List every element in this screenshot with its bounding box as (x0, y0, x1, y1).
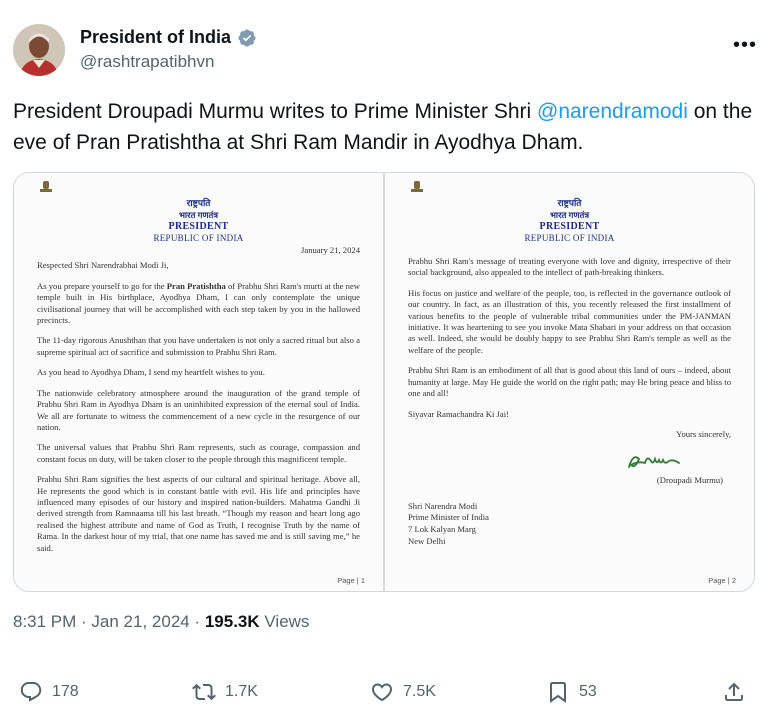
like-count: 7.5K (403, 683, 436, 700)
separator: · (189, 612, 205, 631)
letter-closing: Yours sincerely, (676, 428, 731, 439)
letter-page-2: राष्ट्रपति भारत गणतंत्र PRESIDENT REPUBL… (383, 173, 754, 591)
view-count: 195.3K (204, 612, 260, 631)
letter-paragraph: As you head to Ayodhya Dham, I send my h… (37, 367, 265, 378)
tweet-text: President Droupadi Murmu writes to Prime… (13, 96, 763, 158)
avatar-portrait-icon (13, 24, 65, 76)
action-bar: 178 1.7K 7.5K 53 (0, 680, 779, 704)
letter-text: As you prepare yourself to go for the (37, 280, 167, 291)
letter-date: January 21, 2024 (301, 245, 360, 256)
author-handle[interactable]: @rashtrapatibhvn (80, 52, 214, 72)
reply-count: 178 (52, 683, 79, 700)
letter-text-bold: Pran Pratishtha (166, 280, 226, 291)
like-button[interactable]: 7.5K (370, 680, 436, 704)
reply-button[interactable]: 178 (19, 680, 79, 704)
bookmark-icon (550, 682, 566, 703)
letterhead-title: PRESIDENT (539, 221, 600, 233)
letter-paragraph: The nationwide celebratory atmosphere ar… (37, 387, 360, 432)
more-icon[interactable]: ••• (733, 34, 757, 57)
letterhead-subtitle: REPUBLIC OF INDIA (153, 232, 244, 243)
share-button[interactable] (722, 680, 746, 704)
letter-paragraph: As you prepare yourself to go for the Pr… (37, 281, 360, 327)
page-number: Page | 1 (337, 575, 365, 585)
letter-paragraph: Prabhu Shri Ram's message of treating ev… (408, 256, 731, 278)
share-icon (725, 682, 743, 701)
bookmark-count: 53 (579, 683, 597, 700)
repost-button[interactable]: 1.7K (192, 680, 258, 704)
tweet-text-part: President Droupadi Murmu writes to Prime… (13, 100, 537, 123)
letter-paragraph: The universal values that Prabhu Shri Ra… (37, 442, 360, 464)
page-number: Page | 2 (708, 575, 736, 585)
letter-signatory: (Droupadi Murmu) (656, 475, 723, 486)
letter-page-1: राष्ट्रपति भारत गणतंत्र PRESIDENT REPUBL… (14, 173, 383, 591)
reply-icon (20, 682, 42, 702)
letterhead-hindi-title: राष्ट्रपति (186, 198, 211, 209)
signature-icon (628, 456, 680, 469)
letter-paragraph: The 11-day rigorous Anushthan that you h… (37, 335, 360, 357)
tweet-time[interactable]: 8:31 PM (13, 612, 76, 631)
letter-address: Shri Narendra Modi Prime Minister of Ind… (408, 501, 731, 547)
like-icon (371, 683, 393, 702)
letterhead-hindi-subtitle: भारत गणतंत्र (178, 209, 219, 220)
mention-link[interactable]: @narendramodi (537, 100, 688, 123)
tweet-meta: 8:31 PM · Jan 21, 2024 · 195.3K Views (13, 612, 309, 632)
author-name[interactable]: President of India (80, 27, 231, 48)
letterhead-subtitle: REPUBLIC OF INDIA (524, 232, 615, 243)
tweet-date[interactable]: Jan 21, 2024 (91, 612, 189, 631)
repost-count: 1.7K (225, 683, 258, 700)
bookmark-button[interactable]: 53 (546, 680, 597, 704)
letter-paragraph: His focus on justice and welfare of the … (408, 287, 731, 355)
address-line: 7 Lok Kalyan Marg (408, 523, 476, 534)
author-avatar[interactable] (13, 24, 65, 76)
letter-paragraph: Prabhu Shri Ram is an embodiment of all … (408, 365, 731, 399)
letter-paragraph: Prabhu Shri Ram signifies the best aspec… (37, 474, 360, 553)
verified-badge-icon[interactable] (237, 28, 257, 48)
views-label: Views (259, 612, 310, 631)
letterhead-title: PRESIDENT (168, 221, 229, 233)
letter-paragraph: Siyavar Ramachandra Ki Jai! (408, 408, 509, 419)
separator: · (76, 612, 92, 631)
repost-icon (192, 683, 216, 701)
letterhead-hindi-title: राष्ट्रपति (557, 198, 582, 209)
address-line: Prime Minister of India (408, 512, 489, 523)
address-line: New Delhi (408, 535, 446, 546)
letterhead-hindi-subtitle: भारत गणतंत्र (549, 209, 590, 220)
address-line: Shri Narendra Modi (408, 500, 478, 511)
letter-salutation: Respected Shri Narendrabhai Modi Ji, (37, 260, 169, 271)
emblem-icon (40, 181, 52, 192)
tweet-media-image[interactable]: राष्ट्रपति भारत गणतंत्र PRESIDENT REPUBL… (13, 172, 755, 592)
emblem-icon (411, 181, 423, 192)
